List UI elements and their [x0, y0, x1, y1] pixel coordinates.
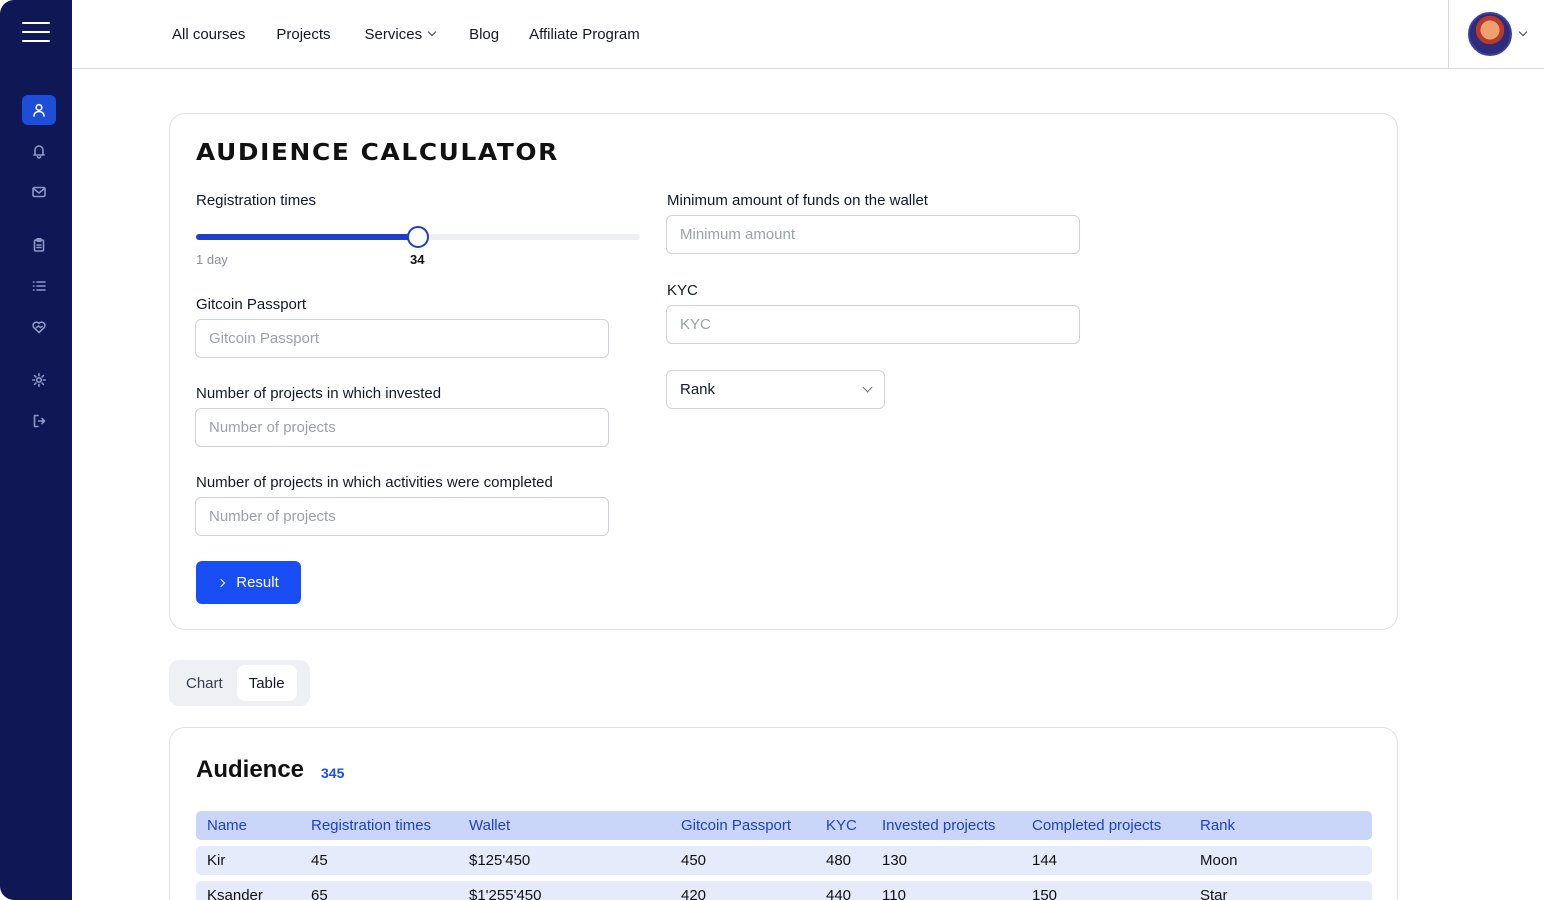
result-button-label: Result — [236, 574, 279, 591]
table-cell: 65 — [311, 887, 328, 900]
hamburger-menu-icon[interactable] — [22, 22, 50, 42]
audience-card: Audience 345 Name Registration times Wal… — [169, 727, 1398, 900]
completed-activities-label: Number of projects in which activities w… — [196, 474, 553, 491]
column-header[interactable]: Completed projects — [1021, 817, 1189, 834]
table-cell: 150 — [1032, 887, 1058, 900]
table-cell: Star — [1200, 887, 1228, 900]
column-header[interactable]: KYC — [815, 817, 871, 834]
nav-all-courses[interactable]: All courses — [172, 26, 245, 43]
nav-projects[interactable]: Projects — [276, 26, 330, 43]
tab-chart[interactable]: Chart — [174, 665, 235, 701]
gear-icon[interactable] — [22, 365, 56, 395]
sidebar — [0, 0, 72, 900]
table-cell: 480 — [826, 852, 852, 869]
nav-affiliate-program[interactable]: Affiliate Program — [529, 26, 640, 43]
audience-calculator-card: AUDIENCE CALCULATOR Registration times 1… — [169, 113, 1398, 630]
table-cell: 440 — [826, 887, 852, 900]
logout-icon[interactable] — [22, 406, 56, 436]
tab-table[interactable]: Table — [236, 665, 297, 701]
table-row[interactable]: Kir 45 $125'450 450 480 130 144 Moon — [196, 846, 1372, 875]
invested-projects-input[interactable] — [195, 408, 609, 447]
chevron-down-icon — [427, 27, 437, 37]
clipboard-icon[interactable] — [22, 230, 56, 260]
chevron-right-icon — [216, 578, 226, 587]
rank-select-value: Rank — [680, 381, 716, 398]
table-cell: $125'450 — [469, 852, 531, 869]
slider-handle[interactable] — [407, 226, 429, 248]
nav-services-label: Services — [364, 25, 423, 43]
audience-title: Audience — [196, 756, 305, 783]
user-icon[interactable] — [22, 95, 56, 125]
top-bar: All courses Projects Services Blog Affil… — [72, 0, 1544, 69]
table-row[interactable]: Ksander 65 $1'255'450 420 440 110 150 St… — [196, 881, 1372, 900]
page-title: AUDIENCE CALCULATOR — [196, 140, 559, 166]
chevron-down-icon — [862, 382, 873, 393]
column-header[interactable]: Rank — [1189, 817, 1372, 834]
min-funds-input[interactable] — [666, 215, 1080, 254]
kyc-input[interactable] — [666, 305, 1080, 344]
gitcoin-passport-label: Gitcoin Passport — [196, 296, 307, 313]
heart-handshake-icon[interactable] — [22, 312, 56, 342]
view-tabs: Chart Table — [169, 660, 310, 706]
avatar[interactable] — [1468, 12, 1512, 56]
slider-min-label: 1 day — [196, 252, 228, 267]
gitcoin-passport-input[interactable] — [195, 319, 609, 358]
completed-activities-input[interactable] — [195, 497, 609, 536]
result-button[interactable]: Result — [196, 561, 301, 604]
registration-times-slider[interactable] — [196, 226, 640, 248]
min-funds-label: Minimum amount of funds on the wallet — [667, 192, 928, 209]
rank-select[interactable]: Rank — [666, 370, 885, 409]
table-cell: 450 — [681, 852, 707, 869]
table-cell: 420 — [681, 887, 707, 900]
slider-fill — [196, 234, 418, 240]
column-header[interactable]: Name — [196, 817, 300, 834]
slider-value-label: 34 — [410, 252, 425, 267]
column-header[interactable]: Registration times — [300, 817, 458, 834]
table-cell: Kir — [207, 852, 226, 869]
table-header-row: Name Registration times Wallet Gitcoin P… — [196, 811, 1372, 840]
audience-table: Name Registration times Wallet Gitcoin P… — [196, 811, 1372, 900]
invested-projects-label: Number of projects in which invested — [196, 385, 442, 402]
table-cell: Ksander — [207, 887, 263, 900]
main-nav: All courses Projects Services Blog Affil… — [172, 0, 640, 68]
column-header[interactable]: Invested projects — [871, 817, 1021, 834]
table-cell: 45 — [311, 852, 328, 869]
nav-blog[interactable]: Blog — [469, 26, 499, 43]
table-cell: $1'255'450 — [469, 887, 542, 900]
table-cell: 110 — [882, 887, 906, 900]
mail-icon[interactable] — [22, 177, 56, 207]
list-icon[interactable] — [22, 271, 56, 301]
audience-count-badge: 345 — [321, 765, 345, 781]
bell-icon[interactable] — [22, 136, 56, 166]
table-cell: 130 — [882, 852, 908, 869]
nav-services[interactable]: Services — [364, 25, 437, 43]
column-header[interactable]: Gitcoin Passport — [670, 817, 815, 834]
column-header[interactable]: Wallet — [458, 817, 670, 834]
profile-area — [1448, 0, 1544, 68]
table-cell: Moon — [1200, 852, 1238, 869]
table-cell: 144 — [1032, 852, 1058, 869]
kyc-label: KYC — [667, 282, 698, 299]
chevron-down-icon[interactable] — [1518, 27, 1528, 37]
registration-times-label: Registration times — [196, 192, 317, 209]
